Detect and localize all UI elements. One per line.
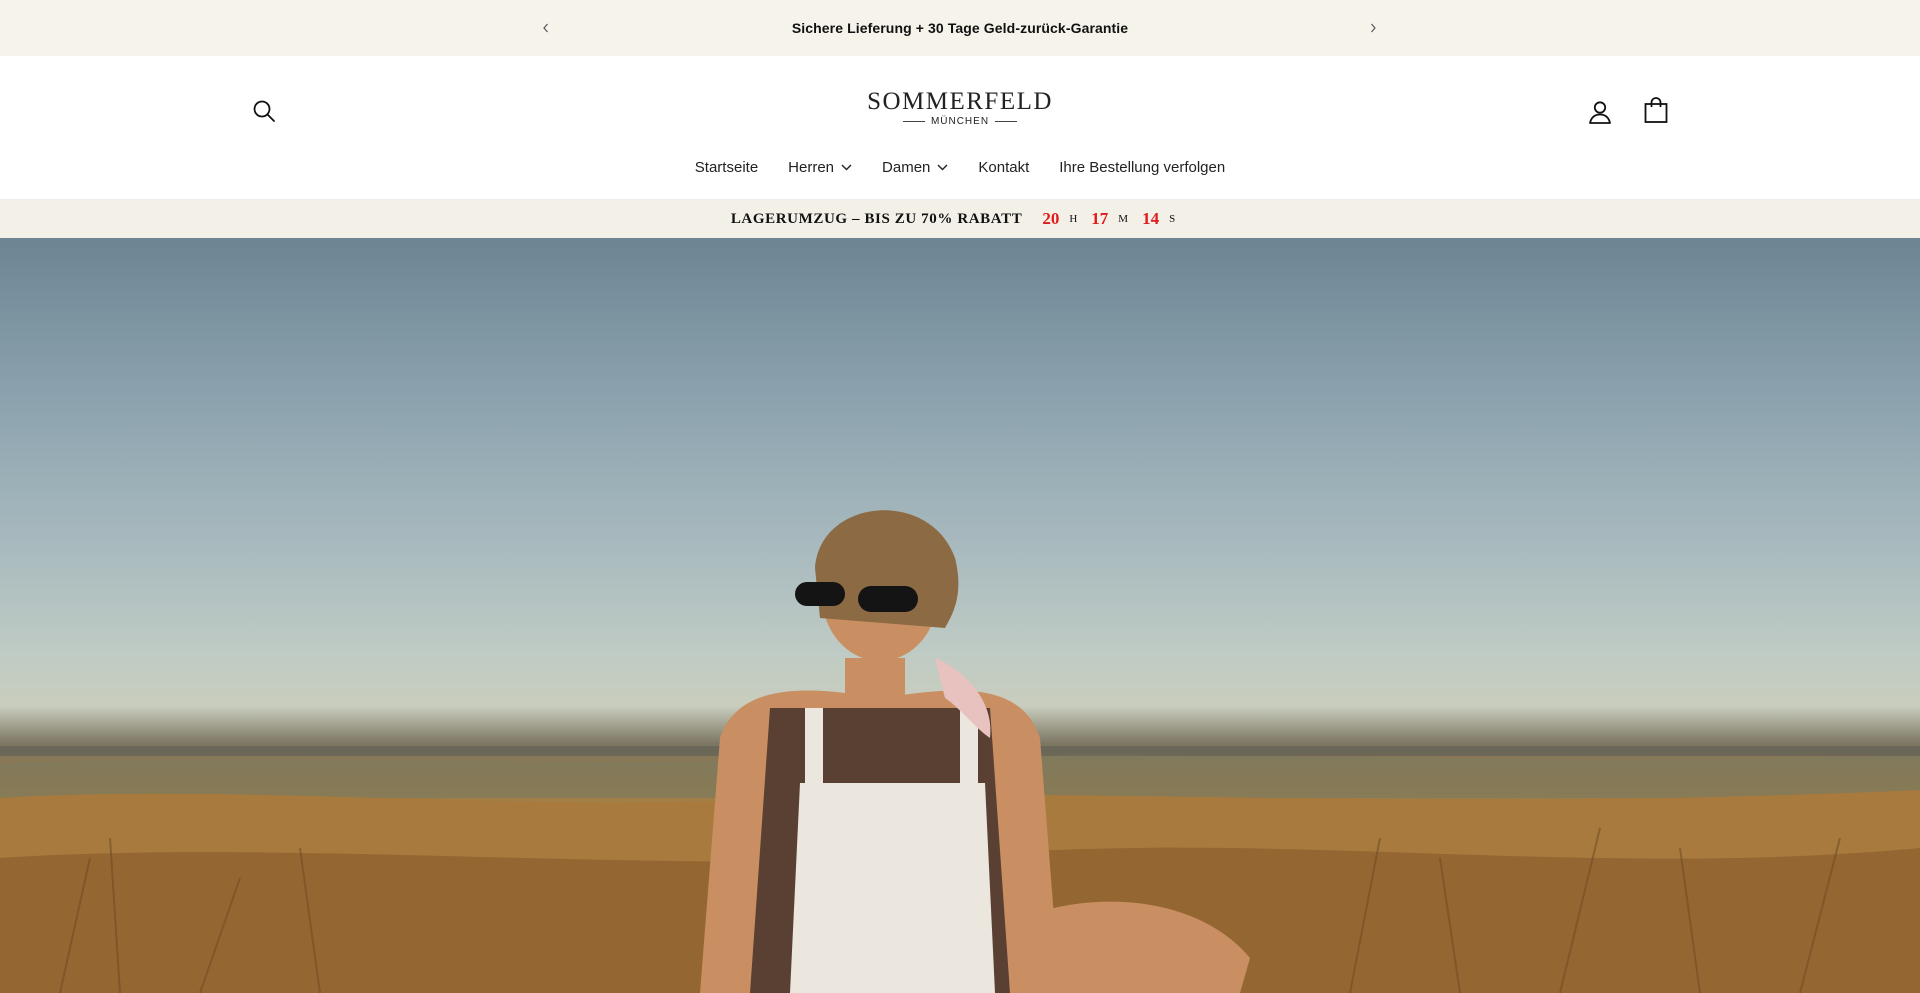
nav-item-label: Damen: [882, 158, 931, 176]
chevron-right-icon[interactable]: [1362, 17, 1384, 39]
countdown-minutes: 17: [1091, 209, 1109, 228]
nav-item-kontakt[interactable]: Kontakt: [978, 159, 1029, 176]
nav-item-label: Ihre Bestellung verfolgen: [1059, 158, 1226, 176]
nav-item-label: Kontakt: [978, 158, 1030, 176]
countdown-seconds: 14: [1142, 209, 1160, 228]
search-icon[interactable]: [249, 96, 279, 126]
promo-countdown-bar: LAGERUMZUG – BIS ZU 70% RABATT 20 H 17 M…: [0, 200, 1920, 238]
countdown-minutes-unit: M: [1118, 213, 1129, 225]
logo-city: MÜNCHEN: [930, 116, 990, 127]
announcement-text: Sichere Lieferung + 30 Tage Geld-zurück-…: [791, 20, 1129, 36]
shopping-bag-icon[interactable]: [1641, 95, 1671, 125]
user-icon[interactable]: [1585, 97, 1615, 127]
chevron-down-icon: [937, 164, 948, 170]
nav-item-bestellung-verfolgen[interactable]: Ihre Bestellung verfolgen: [1059, 159, 1225, 176]
promo-text: LAGERUMZUG – BIS ZU 70% RABATT: [730, 210, 1023, 227]
logo-wordmark: SOMMERFELD: [867, 88, 1053, 115]
site-header: SOMMERFELD MÜNCHEN Startseite Herren Dam…: [0, 56, 1920, 200]
brand-logo[interactable]: SOMMERFELD MÜNCHEN: [860, 88, 1060, 130]
announcement-bar: Sichere Lieferung + 30 Tage Geld-zurück-…: [0, 0, 1920, 56]
hero-image: [0, 238, 1920, 993]
countdown-hours-unit: H: [1069, 213, 1078, 225]
chevron-left-icon[interactable]: [535, 17, 557, 39]
main-navigation: Startseite Herren Damen Kontakt Ihre Bes…: [0, 152, 1920, 182]
nav-item-label: Startseite: [694, 158, 759, 176]
nav-item-startseite[interactable]: Startseite: [695, 159, 758, 176]
countdown-hours: 20: [1042, 209, 1060, 228]
nav-item-herren[interactable]: Herren: [788, 159, 852, 176]
nav-item-label: Herren: [788, 158, 835, 176]
logo-divider: [995, 121, 1018, 122]
countdown-seconds-unit: S: [1169, 213, 1176, 225]
logo-divider: [902, 121, 925, 122]
nav-item-damen[interactable]: Damen: [882, 159, 948, 176]
chevron-down-icon: [841, 164, 852, 170]
hero-illustration: [0, 510, 1920, 993]
logo-subline: MÜNCHEN: [860, 116, 1060, 127]
